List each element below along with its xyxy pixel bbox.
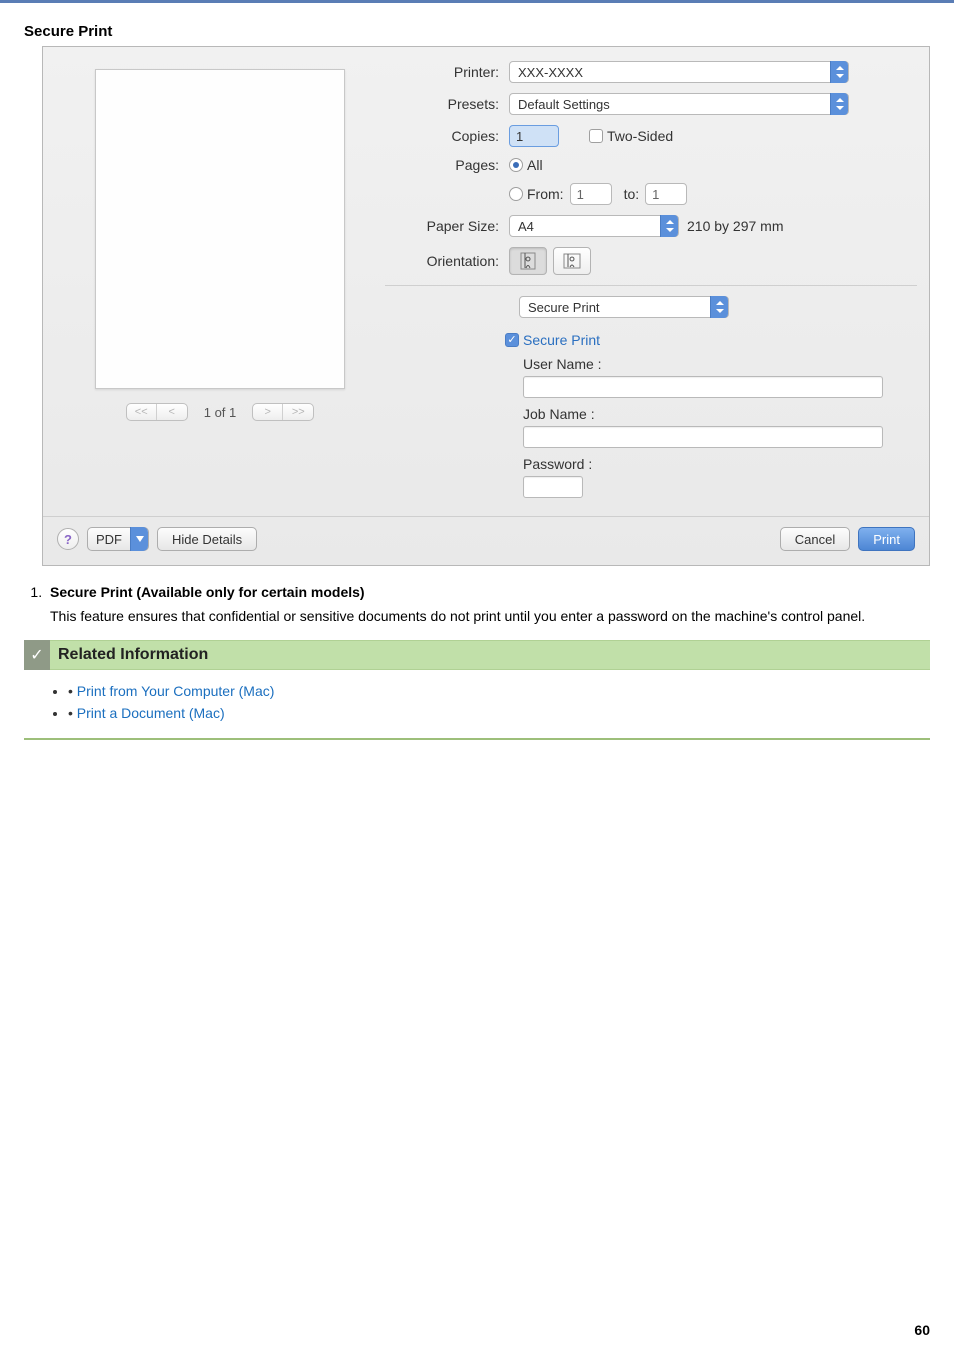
pane-select[interactable]: Secure Print: [519, 296, 729, 318]
related-info-bar: ✓ Related Information: [24, 640, 930, 670]
pages-all-radio[interactable]: [509, 158, 523, 172]
pdf-button[interactable]: PDF: [87, 527, 149, 551]
portrait-button[interactable]: [509, 247, 547, 275]
section-title: Secure Print: [24, 23, 930, 40]
user-name-input[interactable]: [523, 376, 883, 398]
secure-print-checkbox[interactable]: [505, 333, 519, 347]
presets-label: Presets:: [385, 96, 509, 112]
content-list: Secure Print (Available only for certain…: [46, 584, 930, 626]
paper-size-select[interactable]: A4: [509, 215, 679, 237]
secure-print-label: Secure Print: [523, 332, 600, 348]
divider: [24, 738, 930, 740]
printer-label: Printer:: [385, 64, 509, 80]
stepper-icon: [830, 61, 848, 83]
job-name-input[interactable]: [523, 426, 883, 448]
two-sided-checkbox[interactable]: [589, 129, 603, 143]
password-label: Password :: [505, 456, 917, 472]
hide-details-button[interactable]: Hide Details: [157, 527, 257, 551]
user-name-label: User Name :: [505, 356, 917, 372]
orientation-label: Orientation:: [385, 253, 509, 269]
settings-column: Printer: XXX-XXXX Presets: Default Setti…: [385, 57, 917, 512]
two-sided-label: Two-Sided: [607, 128, 673, 144]
stepper-icon: [660, 215, 678, 237]
item-body: This feature ensures that confidential o…: [50, 606, 930, 626]
pages-from-label: From:: [527, 186, 564, 202]
check-icon: ✓: [24, 640, 50, 670]
printer-value: XXX-XXXX: [518, 65, 583, 80]
job-name-label: Job Name :: [505, 406, 917, 422]
nav-back-group[interactable]: << <: [126, 403, 188, 421]
copies-field[interactable]: 1: [509, 125, 559, 147]
paper-size-value: A4: [518, 219, 534, 234]
related-links: • Print from Your Computer (Mac) • Print…: [68, 680, 930, 724]
print-dialog: << < 1 of 1 > >> Printer: XXX-XXXX: [42, 46, 930, 566]
nav-next-icon: >: [253, 404, 283, 420]
related-heading: Related Information: [50, 646, 208, 664]
pages-to-field[interactable]: 1: [645, 183, 687, 205]
stepper-icon: [830, 93, 848, 115]
password-input[interactable]: [523, 476, 583, 498]
pages-range-radio[interactable]: [509, 187, 523, 201]
nav-prev-icon: <: [157, 404, 187, 420]
landscape-button[interactable]: [553, 247, 591, 275]
nav-last-icon: >>: [283, 404, 313, 420]
person-portrait-icon: [520, 252, 536, 270]
pages-label: Pages:: [385, 157, 509, 173]
preview-page: [95, 69, 345, 389]
paper-dim-label: 210 by 297 mm: [687, 218, 784, 234]
preview-column: << < 1 of 1 > >>: [55, 57, 385, 512]
person-landscape-icon: [563, 253, 581, 269]
page-count: 1 of 1: [204, 405, 237, 420]
pages-from-field[interactable]: 1: [570, 183, 612, 205]
paper-size-label: Paper Size:: [385, 218, 509, 234]
nav-fwd-group[interactable]: > >>: [252, 403, 314, 421]
page-number: 60: [914, 1322, 930, 1338]
print-button[interactable]: Print: [858, 527, 915, 551]
related-link-0[interactable]: Print from Your Computer (Mac): [77, 683, 275, 699]
help-button[interactable]: ?: [57, 528, 79, 550]
pages-all-label: All: [527, 157, 543, 173]
item-title: Secure Print (Available only for certain…: [50, 584, 365, 600]
pages-to-label: to:: [624, 186, 640, 202]
nav-first-icon: <<: [127, 404, 157, 420]
presets-select[interactable]: Default Settings: [509, 93, 849, 115]
chevron-down-icon: [130, 527, 148, 551]
copies-label: Copies:: [385, 128, 509, 144]
pane-select-value: Secure Print: [528, 300, 600, 315]
cancel-button[interactable]: Cancel: [780, 527, 850, 551]
pdf-label: PDF: [88, 532, 130, 547]
presets-value: Default Settings: [518, 97, 610, 112]
printer-select[interactable]: XXX-XXXX: [509, 61, 849, 83]
stepper-icon: [710, 296, 728, 318]
related-link-1[interactable]: Print a Document (Mac): [77, 705, 225, 721]
